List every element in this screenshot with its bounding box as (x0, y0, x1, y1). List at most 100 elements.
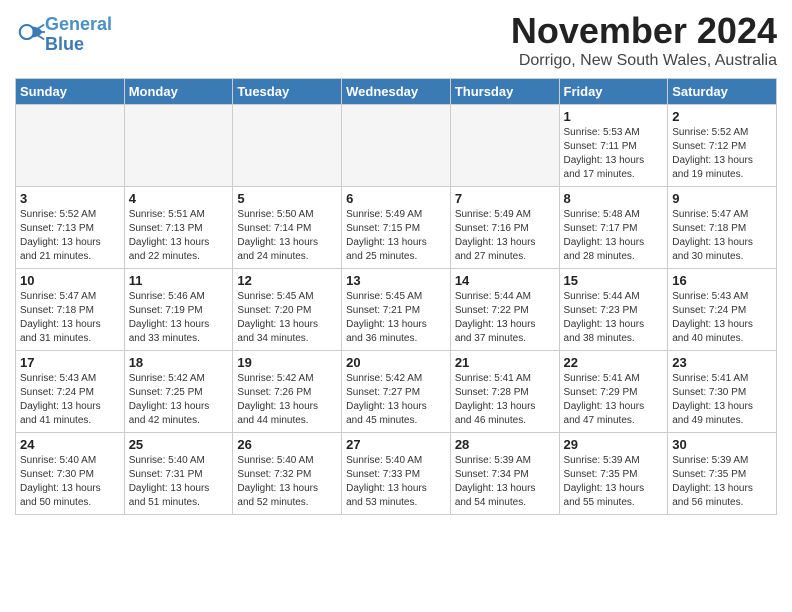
day-number: 22 (564, 355, 664, 370)
day-number: 21 (455, 355, 555, 370)
day-detail: Sunrise: 5:49 AM Sunset: 7:16 PM Dayligh… (455, 208, 555, 264)
calendar-cell: 25 Sunrise: 5:40 AM Sunset: 7:31 PM Dayli… (124, 433, 233, 515)
calendar-cell: 1Sunrise: 5:53 AM Sunset: 7:11 PM Daylig… (559, 105, 668, 187)
day-detail: Sunrise: 5:45 AM Sunset: 7:20 PM Dayligh… (237, 290, 337, 346)
calendar-cell (16, 105, 125, 187)
day-number: 23 (672, 355, 772, 370)
day-detail: Sunrise: 5:42 AM Sunset: 7:25 PM Dayligh… (129, 372, 229, 428)
calendar-cell: 10 Sunrise: 5:47 AM Sunset: 7:18 PM Dayli… (16, 269, 125, 351)
day-number: 16 (672, 273, 772, 288)
day-detail: Sunrise: 5:53 AM Sunset: 7:11 PM Dayligh… (564, 126, 664, 182)
day-detail: Sunrise: 5:40 AM Sunset: 7:33 PM Dayligh… (346, 454, 446, 510)
calendar-cell: 28 Sunrise: 5:39 AM Sunset: 7:34 PM Dayli… (450, 433, 559, 515)
calendar-cell: 24 Sunrise: 5:40 AM Sunset: 7:30 PM Dayli… (16, 433, 125, 515)
calendar-cell (124, 105, 233, 187)
calendar-week-row: 10 Sunrise: 5:47 AM Sunset: 7:18 PM Dayli… (16, 269, 777, 351)
calendar-cell: 8 Sunrise: 5:48 AM Sunset: 7:17 PM Daylig… (559, 187, 668, 269)
calendar-cell: 17Sunrise: 5:43 AM Sunset: 7:24 PM Dayli… (16, 351, 125, 433)
day-detail: Sunrise: 5:52 AM Sunset: 7:12 PM Dayligh… (672, 126, 772, 182)
day-header-sunday: Sunday (16, 79, 125, 105)
day-number: 8 (564, 191, 664, 206)
day-detail: Sunrise: 5:41 AM Sunset: 7:30 PM Dayligh… (672, 372, 772, 428)
day-number: 9 (672, 191, 772, 206)
day-header-wednesday: Wednesday (342, 79, 451, 105)
calendar-cell: 3Sunrise: 5:52 AM Sunset: 7:13 PM Daylig… (16, 187, 125, 269)
day-detail: Sunrise: 5:47 AM Sunset: 7:18 PM Dayligh… (672, 208, 772, 264)
day-detail: Sunrise: 5:43 AM Sunset: 7:24 PM Dayligh… (672, 290, 772, 346)
day-number: 27 (346, 437, 446, 452)
day-detail: Sunrise: 5:40 AM Sunset: 7:31 PM Dayligh… (129, 454, 229, 510)
day-detail: Sunrise: 5:51 AM Sunset: 7:13 PM Dayligh… (129, 208, 229, 264)
day-detail: Sunrise: 5:49 AM Sunset: 7:15 PM Dayligh… (346, 208, 446, 264)
day-number: 7 (455, 191, 555, 206)
day-detail: Sunrise: 5:39 AM Sunset: 7:35 PM Dayligh… (672, 454, 772, 510)
calendar-week-row: 1Sunrise: 5:53 AM Sunset: 7:11 PM Daylig… (16, 105, 777, 187)
location-title: Dorrigo, New South Wales, Australia (511, 52, 777, 70)
day-number: 19 (237, 355, 337, 370)
calendar-cell: 12 Sunrise: 5:45 AM Sunset: 7:20 PM Dayli… (233, 269, 342, 351)
calendar-week-row: 24 Sunrise: 5:40 AM Sunset: 7:30 PM Dayli… (16, 433, 777, 515)
calendar-cell: 19 Sunrise: 5:42 AM Sunset: 7:26 PM Dayli… (233, 351, 342, 433)
day-number: 18 (129, 355, 229, 370)
day-header-friday: Friday (559, 79, 668, 105)
day-number: 24 (20, 437, 120, 452)
day-detail: Sunrise: 5:45 AM Sunset: 7:21 PM Dayligh… (346, 290, 446, 346)
day-detail: Sunrise: 5:42 AM Sunset: 7:26 PM Dayligh… (237, 372, 337, 428)
day-header-monday: Monday (124, 79, 233, 105)
day-detail: Sunrise: 5:44 AM Sunset: 7:23 PM Dayligh… (564, 290, 664, 346)
calendar-cell: 15 Sunrise: 5:44 AM Sunset: 7:23 PM Dayli… (559, 269, 668, 351)
calendar-cell: 21 Sunrise: 5:41 AM Sunset: 7:28 PM Dayli… (450, 351, 559, 433)
day-detail: Sunrise: 5:41 AM Sunset: 7:28 PM Dayligh… (455, 372, 555, 428)
day-header-tuesday: Tuesday (233, 79, 342, 105)
calendar-cell: 23 Sunrise: 5:41 AM Sunset: 7:30 PM Dayli… (668, 351, 777, 433)
day-detail: Sunrise: 5:46 AM Sunset: 7:19 PM Dayligh… (129, 290, 229, 346)
day-detail: Sunrise: 5:39 AM Sunset: 7:35 PM Dayligh… (564, 454, 664, 510)
day-detail: Sunrise: 5:40 AM Sunset: 7:32 PM Dayligh… (237, 454, 337, 510)
calendar-table: SundayMondayTuesdayWednesdayThursdayFrid… (15, 78, 777, 515)
calendar-cell: 14 Sunrise: 5:44 AM Sunset: 7:22 PM Dayli… (450, 269, 559, 351)
day-number: 20 (346, 355, 446, 370)
day-number: 15 (564, 273, 664, 288)
calendar-cell: 7 Sunrise: 5:49 AM Sunset: 7:16 PM Daylig… (450, 187, 559, 269)
day-header-thursday: Thursday (450, 79, 559, 105)
day-detail: Sunrise: 5:44 AM Sunset: 7:22 PM Dayligh… (455, 290, 555, 346)
calendar-cell: 29Sunrise: 5:39 AM Sunset: 7:35 PM Dayli… (559, 433, 668, 515)
day-number: 11 (129, 273, 229, 288)
day-number: 25 (129, 437, 229, 452)
calendar-cell: 27 Sunrise: 5:40 AM Sunset: 7:33 PM Dayli… (342, 433, 451, 515)
day-number: 12 (237, 273, 337, 288)
day-number: 26 (237, 437, 337, 452)
calendar-cell: 9 Sunrise: 5:47 AM Sunset: 7:18 PM Daylig… (668, 187, 777, 269)
calendar-cell: 18 Sunrise: 5:42 AM Sunset: 7:25 PM Dayli… (124, 351, 233, 433)
calendar-cell: 11 Sunrise: 5:46 AM Sunset: 7:19 PM Dayli… (124, 269, 233, 351)
calendar-cell: 4 Sunrise: 5:51 AM Sunset: 7:13 PM Daylig… (124, 187, 233, 269)
calendar-cell: 20Sunrise: 5:42 AM Sunset: 7:27 PM Dayli… (342, 351, 451, 433)
day-number: 5 (237, 191, 337, 206)
day-detail: Sunrise: 5:52 AM Sunset: 7:13 PM Dayligh… (20, 208, 120, 264)
title-area: November 2024 Dorrigo, New South Wales, … (511, 10, 777, 70)
calendar-week-row: 3Sunrise: 5:52 AM Sunset: 7:13 PM Daylig… (16, 187, 777, 269)
day-number: 4 (129, 191, 229, 206)
calendar-cell: 26 Sunrise: 5:40 AM Sunset: 7:32 PM Dayli… (233, 433, 342, 515)
calendar-cell: 30 Sunrise: 5:39 AM Sunset: 7:35 PM Dayli… (668, 433, 777, 515)
day-number: 10 (20, 273, 120, 288)
day-detail: Sunrise: 5:47 AM Sunset: 7:18 PM Dayligh… (20, 290, 120, 346)
day-number: 17 (20, 355, 120, 370)
day-number: 6 (346, 191, 446, 206)
day-number: 28 (455, 437, 555, 452)
day-number: 2 (672, 109, 772, 124)
day-header-saturday: Saturday (668, 79, 777, 105)
calendar-cell: 5 Sunrise: 5:50 AM Sunset: 7:14 PM Daylig… (233, 187, 342, 269)
day-detail: Sunrise: 5:48 AM Sunset: 7:17 PM Dayligh… (564, 208, 664, 264)
day-detail: Sunrise: 5:39 AM Sunset: 7:34 PM Dayligh… (455, 454, 555, 510)
calendar-cell (342, 105, 451, 187)
calendar-cell: 6 Sunrise: 5:49 AM Sunset: 7:15 PM Daylig… (342, 187, 451, 269)
page-header: General Blue November 2024 Dorrigo, New … (15, 10, 777, 70)
day-detail: Sunrise: 5:40 AM Sunset: 7:30 PM Dayligh… (20, 454, 120, 510)
calendar-cell: 13Sunrise: 5:45 AM Sunset: 7:21 PM Dayli… (342, 269, 451, 351)
calendar-cell: 22Sunrise: 5:41 AM Sunset: 7:29 PM Dayli… (559, 351, 668, 433)
day-number: 30 (672, 437, 772, 452)
calendar-week-row: 17Sunrise: 5:43 AM Sunset: 7:24 PM Dayli… (16, 351, 777, 433)
day-detail: Sunrise: 5:50 AM Sunset: 7:14 PM Dayligh… (237, 208, 337, 264)
day-number: 14 (455, 273, 555, 288)
